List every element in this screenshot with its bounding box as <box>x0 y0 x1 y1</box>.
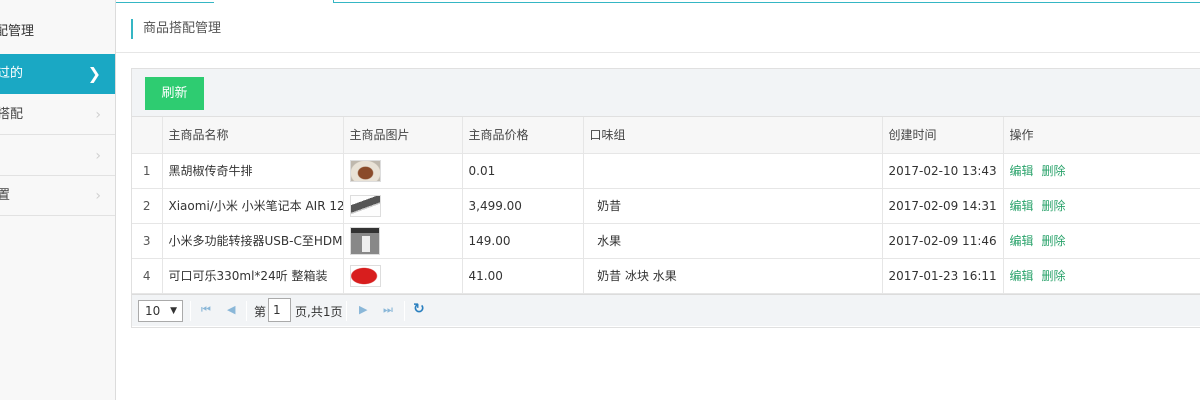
tab-strip-right-line <box>333 0 1200 3</box>
row-index: 2 <box>132 188 163 224</box>
product-image-cell <box>343 153 463 189</box>
breadcrumb-divider <box>116 52 1200 53</box>
pager-separator <box>246 300 247 321</box>
product-image-cell <box>343 188 463 224</box>
row-index: 4 <box>132 258 163 294</box>
toolbar: 刷新 <box>132 69 1200 117</box>
product-image-cell <box>343 223 463 259</box>
actions-cell: 编辑 删除 <box>1003 153 1200 189</box>
delete-link[interactable]: 删除 <box>1042 199 1066 213</box>
page-size-select[interactable]: 10 ▼ <box>138 299 183 322</box>
product-name: 小米多功能转接器USB-C至HDM <box>162 223 344 259</box>
sidebar-item-label: 过的 <box>0 66 24 81</box>
chevron-right-icon: › <box>95 107 101 123</box>
current-page-input[interactable]: 1 <box>268 297 291 322</box>
column-header-price[interactable]: 主商品价格 <box>462 117 584 154</box>
actions-cell: 编辑 删除 <box>1003 258 1200 294</box>
created-time: 2017-02-10 13:43 <box>882 153 1004 189</box>
column-header-flavor[interactable]: 口味组 <box>583 117 883 154</box>
edit-link[interactable]: 编辑 <box>1010 234 1034 248</box>
flavor-group: 水果 <box>583 223 883 259</box>
sidebar-item-4[interactable]: 置 › <box>0 176 115 216</box>
actions-cell: 编辑 删除 <box>1003 188 1200 224</box>
created-time: 2017-02-09 11:46 <box>882 223 1004 259</box>
page-size-value: 10 <box>145 303 161 318</box>
laptop-thumbnail-icon[interactable] <box>349 194 381 217</box>
sidebar-item-1[interactable]: 过的 ❯ <box>0 54 115 94</box>
edit-link[interactable]: 编辑 <box>1010 199 1034 213</box>
column-header-actions: 操作 <box>1003 117 1200 154</box>
created-time: 2017-01-23 16:11 <box>882 258 1004 294</box>
product-price: 149.00 <box>462 223 584 259</box>
prev-page-icon[interactable]: ◀ <box>227 303 235 316</box>
column-header-index <box>132 117 163 154</box>
flavor-text: 水果 <box>597 234 622 248</box>
pagination-bar: 10 ▼ ⏮ ◀ 第 1 页,共1页 ▶ ⏭ ↻ <box>132 293 1200 326</box>
chevron-right-icon: › <box>95 188 101 204</box>
column-header-image[interactable]: 主商品图片 <box>343 117 463 154</box>
product-price: 3,499.00 <box>462 188 584 224</box>
table-row[interactable]: 3 小米多功能转接器USB-C至HDM 149.00 水果 2017-02-09… <box>132 223 1200 259</box>
sidebar: 配管理 过的 ❯ 搭配 › › 置 › <box>0 0 116 400</box>
flavor-group: 奶昔 冰块 水果 <box>583 258 883 294</box>
caret-down-icon: ▼ <box>170 305 177 316</box>
created-time: 2017-02-09 14:31 <box>882 188 1004 224</box>
steak-thumbnail-icon[interactable] <box>349 159 381 182</box>
table-row[interactable]: 2 Xiaomi/小米 小米笔记本 AIR 12. 3,499.00 奶昔 20… <box>132 188 1200 224</box>
chevron-right-icon: ❯ <box>87 64 101 83</box>
breadcrumb: 商品搭配管理 <box>131 19 221 39</box>
sidebar-item-3[interactable]: › <box>0 136 115 176</box>
product-price: 0.01 <box>462 153 584 189</box>
sidebar-item-2[interactable]: 搭配 › <box>0 95 115 135</box>
row-index: 3 <box>132 223 163 259</box>
adapter-thumbnail-icon[interactable] <box>349 226 380 255</box>
delete-link[interactable]: 删除 <box>1042 164 1066 178</box>
delete-link[interactable]: 删除 <box>1042 234 1066 248</box>
row-index: 1 <box>132 153 163 189</box>
edit-link[interactable]: 编辑 <box>1010 269 1034 283</box>
pager-separator <box>346 300 347 321</box>
flavor-group <box>583 153 883 189</box>
flavor-text: 奶昔 <box>597 199 622 213</box>
pager-separator <box>190 300 191 321</box>
column-header-name[interactable]: 主商品名称 <box>162 117 344 154</box>
top-tab-strip <box>0 0 1200 4</box>
column-header-created[interactable]: 创建时间 <box>882 117 1004 154</box>
first-page-icon[interactable]: ⏮ <box>201 303 211 317</box>
product-price: 41.00 <box>462 258 584 294</box>
reload-icon[interactable]: ↻ <box>413 301 425 317</box>
table-row[interactable]: 1 黑胡椒传奇牛排 0.01 2017-02-10 13:43 编辑 删除 <box>132 153 1200 189</box>
pager-separator <box>404 300 405 321</box>
delete-link[interactable]: 删除 <box>1042 269 1066 283</box>
product-name: 可口可乐330ml*24听 整箱装 <box>162 258 344 294</box>
flavor-text: 奶昔 冰块 水果 <box>597 269 677 283</box>
product-table: 主商品名称 主商品图片 主商品价格 口味组 创建时间 操作 1 黑胡椒传奇牛排 … <box>132 117 1200 294</box>
next-page-icon[interactable]: ▶ <box>359 303 367 316</box>
table-header-row: 主商品名称 主商品图片 主商品价格 口味组 创建时间 操作 <box>132 117 1200 154</box>
cola-thumbnail-icon[interactable] <box>349 264 381 287</box>
actions-cell: 编辑 删除 <box>1003 223 1200 259</box>
sidebar-title: 配管理 <box>0 24 35 39</box>
table-row[interactable]: 4 可口可乐330ml*24听 整箱装 41.00 奶昔 冰块 水果 2017-… <box>132 258 1200 294</box>
last-page-icon[interactable]: ⏭ <box>383 303 393 317</box>
product-image-cell <box>343 258 463 294</box>
product-name: 黑胡椒传奇牛排 <box>162 153 344 189</box>
sidebar-item-label: 搭配 <box>0 107 24 122</box>
edit-link[interactable]: 编辑 <box>1010 164 1034 178</box>
page-prefix-label: 第 <box>254 304 267 319</box>
product-name: Xiaomi/小米 小米笔记本 AIR 12. <box>162 188 344 224</box>
page-total-label: 页,共1页 <box>295 304 343 319</box>
chevron-right-icon: › <box>95 148 101 164</box>
flavor-group: 奶昔 <box>583 188 883 224</box>
data-grid-panel: 刷新 主商品名称 主商品图片 主商品价格 口味组 创建时间 操作 1 黑胡椒传奇… <box>131 68 1200 328</box>
refresh-button[interactable]: 刷新 <box>145 77 204 110</box>
sidebar-item-label: 置 <box>0 176 10 216</box>
